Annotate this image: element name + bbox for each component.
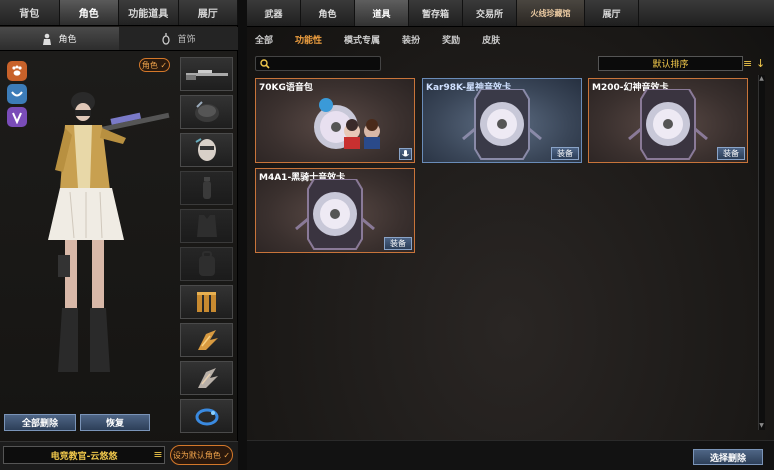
voice-pack-art — [314, 98, 380, 149]
wave-icon[interactable] — [7, 84, 27, 104]
inventory-footer: 选择删除 — [247, 440, 774, 470]
mask-icon — [194, 138, 216, 161]
tab-showroom[interactable]: 展厅 — [179, 0, 238, 25]
tab-storage[interactable]: 暂存箱 — [409, 0, 463, 26]
ammo-slot[interactable] — [180, 285, 233, 319]
item-card-m200[interactable]: M200-幻神音效卡 装备 — [588, 78, 748, 163]
subtab-character[interactable]: 角色 — [0, 27, 119, 50]
equip-button[interactable]: 装备 — [551, 147, 579, 160]
tab-exchange[interactable]: 交易所 — [463, 0, 517, 26]
select-delete-button[interactable]: 选择删除 — [693, 449, 763, 465]
tab-roles[interactable]: 角色 — [301, 0, 355, 26]
tab-function-items[interactable]: 功能道具 — [119, 0, 179, 25]
paw-icon[interactable] — [7, 61, 27, 81]
item-card-voice-pack[interactable]: 70KG语音包 — [255, 78, 415, 163]
tab-collection[interactable]: 火线珍藏馆 — [517, 0, 585, 26]
grenade-icon — [202, 177, 211, 199]
inventory-panel: 武器 角色 道具 暂存箱 交易所 火线珍藏馆 展厅 全部 功能性 模式专属 装扮… — [247, 0, 774, 470]
charm-icon — [195, 408, 218, 426]
character-icon — [43, 33, 52, 45]
left-tab-bar: 背包 角色 功能道具 展厅 — [0, 0, 238, 26]
sniper-rifle-icon — [185, 70, 228, 80]
voice-pack-play-button[interactable] — [399, 148, 412, 160]
scroll-down-icon[interactable]: ▼ — [758, 422, 765, 430]
backpack-icon — [198, 251, 215, 276]
set-default-role-button[interactable]: 设为默认角色 ✓ — [170, 445, 233, 465]
character-model — [48, 92, 170, 372]
preset-name-field[interactable]: 电竞教官-云悠悠 — [3, 446, 165, 464]
role-badge[interactable]: 角色 ✓ — [139, 58, 170, 72]
mask-slot[interactable] — [180, 133, 233, 167]
item-card-kar98k[interactable]: Kar98K-星神音效卡 装备 — [422, 78, 582, 163]
equip-button[interactable]: 装备 — [384, 237, 412, 250]
subtab-all[interactable]: 全部 — [255, 33, 273, 46]
right-tab-bar: 武器 角色 道具 暂存箱 交易所 火线珍藏馆 展厅 — [247, 0, 774, 27]
ammo-icon — [196, 292, 216, 312]
wings-icon — [197, 368, 218, 388]
hat-icon — [194, 101, 219, 122]
list-menu-icon[interactable]: ≡ — [743, 56, 753, 71]
subtab-functional[interactable]: 功能性 — [295, 33, 322, 46]
equipment-slots — [180, 57, 233, 437]
item-card-m4a1[interactable]: M4A1-黑骑士音效卡 装备 — [255, 168, 415, 253]
equip-button[interactable]: 装备 — [717, 147, 745, 160]
wings-slot[interactable] — [180, 323, 233, 357]
left-sub-tab-bar: 角色 首饰 — [0, 27, 238, 51]
sniper-rifle-slot[interactable] — [180, 57, 233, 91]
grenade-slot[interactable] — [180, 171, 233, 205]
microphone-icon — [402, 149, 409, 156]
tab-backpack[interactable]: 背包 — [0, 0, 60, 25]
subtab-character-label: 角色 — [58, 35, 77, 45]
scroll-up-icon[interactable]: ▲ — [758, 75, 765, 83]
backpack-slot[interactable] — [180, 247, 233, 281]
subtab-accessory-label: 首饰 — [177, 35, 196, 45]
subtab-accessory[interactable]: 首饰 — [119, 27, 238, 50]
subtab-outfit[interactable]: 装扮 — [402, 33, 420, 46]
tab-items[interactable]: 道具 — [355, 0, 409, 26]
restore-button[interactable]: 恢复 — [80, 414, 150, 431]
subtab-skins[interactable]: 皮肤 — [482, 33, 500, 46]
remove-all-button[interactable]: 全部删除 — [4, 414, 76, 431]
panel-divider — [238, 0, 247, 470]
hat-slot[interactable] — [180, 95, 233, 129]
subtab-mode-exclusive[interactable]: 模式专属 — [344, 33, 380, 46]
tab-weapons[interactable]: 武器 — [247, 0, 301, 26]
scrollbar[interactable] — [758, 75, 765, 430]
charm-slot[interactable] — [180, 399, 233, 433]
preset-bar: 电竞教官-云悠悠 ≡ 设为默认角色 ✓ — [0, 441, 238, 470]
search-input[interactable] — [255, 56, 381, 71]
search-icon — [260, 59, 270, 69]
preset-menu-icon[interactable]: ≡ — [153, 448, 163, 462]
character-panel: 背包 角色 功能道具 展厅 角色 首饰 角色 ✓ 全部删除 恢复 电竞教官-云悠… — [0, 0, 238, 470]
wings-slot-2[interactable] — [180, 361, 233, 395]
tab-character[interactable]: 角色 — [59, 0, 119, 25]
vest-slot[interactable] — [180, 209, 233, 243]
accessory-icon — [162, 32, 171, 45]
sort-direction-icon[interactable]: ↓ — [756, 56, 766, 71]
sort-dropdown[interactable]: 默认排序 — [598, 56, 743, 71]
tab-hall[interactable]: 展厅 — [585, 0, 639, 26]
leaf-icon[interactable] — [7, 107, 27, 127]
subtab-rewards[interactable]: 奖励 — [442, 33, 460, 46]
right-sub-tab-bar: 全部 功能性 模式专属 装扮 奖励 皮肤 — [247, 28, 774, 50]
wings-icon — [197, 330, 218, 350]
vest-icon — [196, 215, 217, 237]
